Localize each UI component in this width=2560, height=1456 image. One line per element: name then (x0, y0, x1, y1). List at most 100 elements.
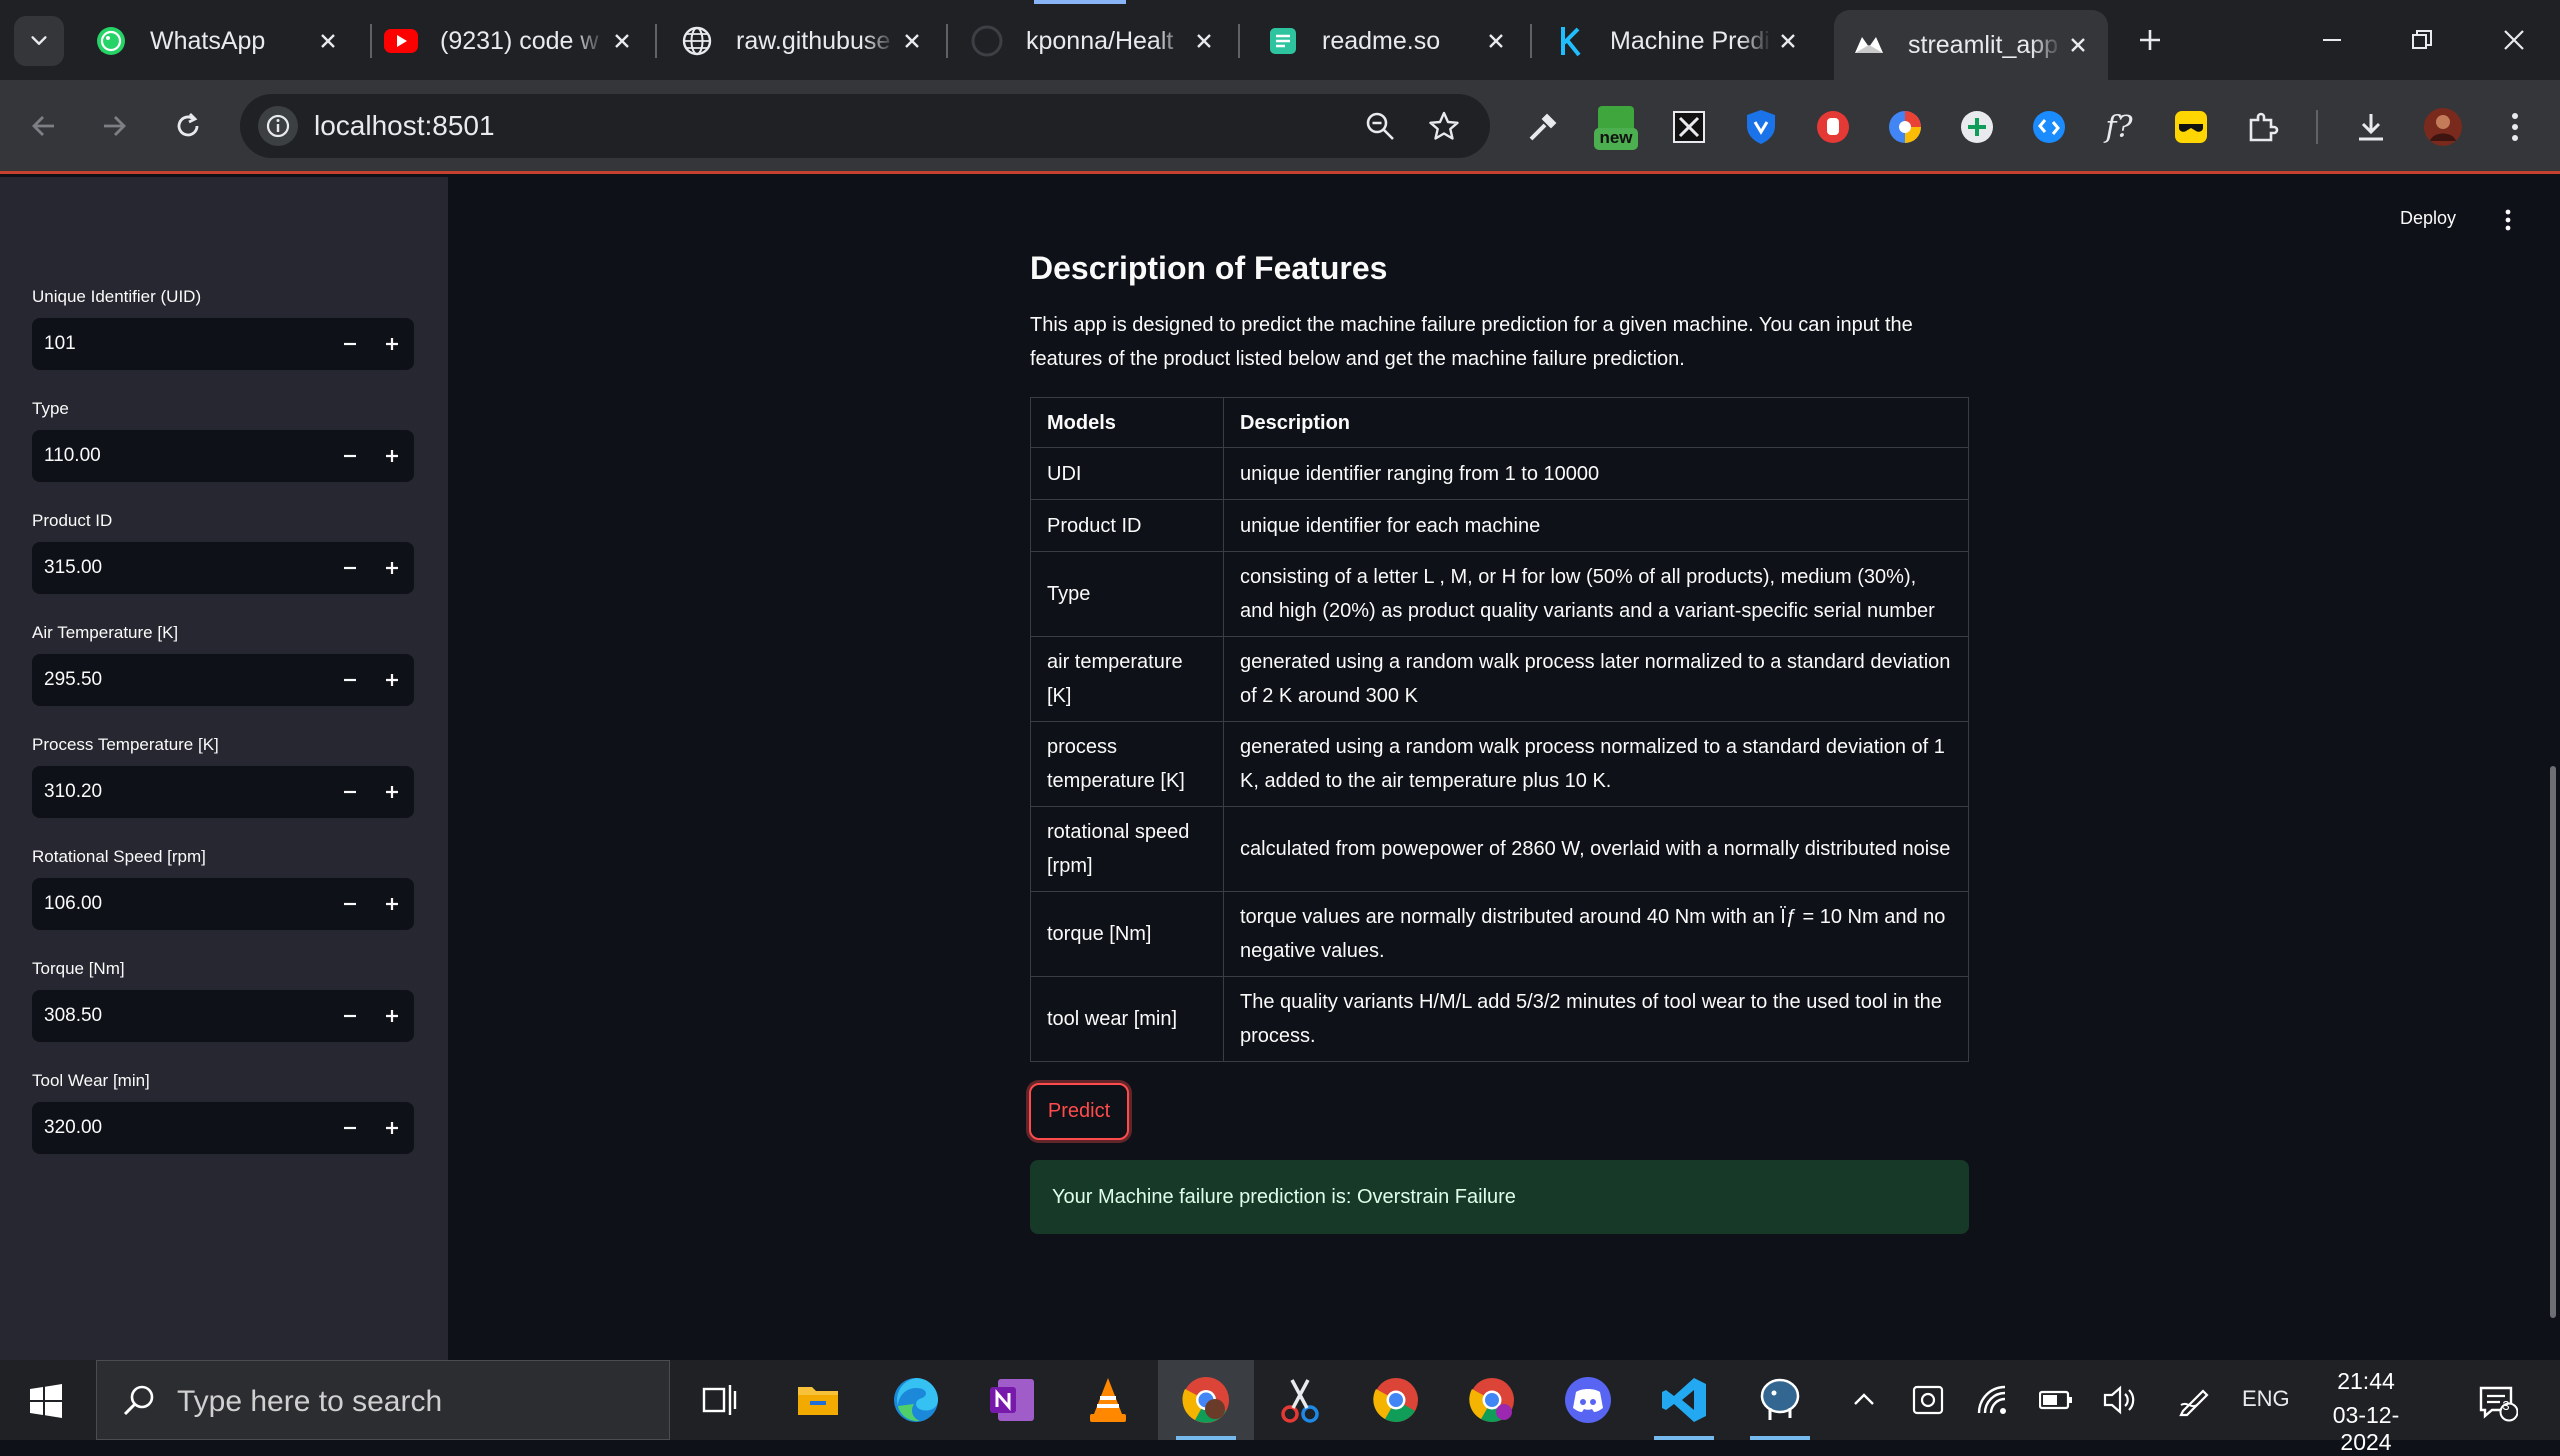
clock-time[interactable]: 21:44 (2316, 1368, 2416, 1395)
decrement-button[interactable] (330, 660, 370, 700)
postgresql-taskbar-icon[interactable] (1732, 1360, 1828, 1440)
scrollbar[interactable] (2550, 766, 2556, 1318)
close-icon[interactable] (1772, 25, 1804, 57)
restore-window-button[interactable] (2392, 14, 2452, 66)
shield-extension-icon[interactable] (1738, 104, 1784, 150)
browser-tab-kaggle[interactable]: Machine Predi (1526, 10, 1818, 72)
volume-icon[interactable] (2100, 1380, 2140, 1420)
decrement-button[interactable] (330, 1108, 370, 1148)
vscode-taskbar-icon[interactable] (1636, 1360, 1732, 1440)
minimize-window-button[interactable] (2302, 14, 2362, 66)
uid-value[interactable]: 101 (44, 333, 76, 355)
reload-button[interactable] (164, 102, 212, 150)
torque-number-input[interactable]: 308.50 (32, 990, 414, 1042)
bookmark-button[interactable] (1424, 106, 1464, 146)
shazam-extension-icon[interactable] (2026, 104, 2072, 150)
decrement-button[interactable] (330, 772, 370, 812)
browser-tab-readme[interactable]: readme.so (1234, 10, 1526, 72)
close-window-button[interactable] (2484, 14, 2544, 66)
type-number-input[interactable]: 110.00 (32, 430, 414, 482)
sunglasses-extension-icon[interactable] (2168, 104, 2214, 150)
air-temperature-value[interactable]: 295.50 (44, 669, 102, 691)
notifications-button[interactable]: 3 (2474, 1378, 2522, 1426)
decrement-button[interactable] (330, 884, 370, 924)
deploy-button[interactable]: Deploy (2400, 208, 2456, 229)
chrome-taskbar-icon[interactable] (1158, 1360, 1254, 1440)
close-icon[interactable] (1188, 25, 1220, 57)
increment-button[interactable] (372, 660, 412, 700)
increment-button[interactable] (372, 324, 412, 364)
process-temperature-value[interactable]: 310.20 (44, 781, 102, 803)
edge-taskbar-icon[interactable] (868, 1360, 964, 1440)
eyedropper-extension-icon[interactable] (1520, 104, 1566, 150)
decrement-button[interactable] (330, 324, 370, 364)
chrome-profile-2-taskbar-icon[interactable] (1444, 1360, 1540, 1440)
product-id-value[interactable]: 315.00 (44, 557, 102, 579)
browser-tab-github[interactable]: kponna/Healt (942, 10, 1234, 72)
plus-circle-extension-icon[interactable] (1954, 104, 2000, 150)
task-view-button[interactable] (672, 1360, 768, 1440)
onenote-taskbar-icon[interactable] (964, 1360, 1060, 1440)
browser-tab-raw-github[interactable]: raw.githubuse (650, 10, 942, 72)
decrement-button[interactable] (330, 436, 370, 476)
air-temperature-number-input[interactable]: 295.50 (32, 654, 414, 706)
show-hidden-icons-button[interactable] (1844, 1380, 1884, 1420)
chrome-profile-1-taskbar-icon[interactable] (1348, 1360, 1444, 1440)
color-extension-icon[interactable] (1882, 104, 1928, 150)
decrement-button[interactable] (330, 996, 370, 1036)
new-extension-icon[interactable]: new (1592, 102, 1640, 154)
battery-icon[interactable] (2036, 1380, 2076, 1420)
stop-hand-extension-icon[interactable] (1810, 104, 1856, 150)
site-info-icon[interactable] (258, 106, 298, 146)
taskbar-search-box[interactable]: Type here to search (96, 1360, 670, 1440)
close-icon[interactable] (2062, 29, 2094, 61)
browser-tab-youtube[interactable]: (9231) code w (360, 10, 652, 72)
forward-button[interactable] (90, 102, 138, 150)
browser-tab-streamlit-app[interactable]: streamlit_app (1834, 10, 2108, 80)
pen-icon[interactable] (2174, 1380, 2214, 1420)
type-value[interactable]: 110.00 (44, 445, 101, 467)
close-icon[interactable] (896, 25, 928, 57)
rotational-speed-value[interactable]: 106.00 (44, 893, 102, 915)
predict-button[interactable]: Predict (1029, 1083, 1129, 1140)
file-explorer-taskbar-icon[interactable] (770, 1360, 866, 1440)
close-icon[interactable] (606, 25, 638, 57)
language-indicator[interactable]: ENG (2242, 1386, 2290, 1412)
decrement-button[interactable] (330, 548, 370, 588)
clock-date[interactable]: 03-12-2024 (2310, 1402, 2422, 1456)
more-vertical-icon[interactable] (2498, 206, 2518, 234)
back-button[interactable] (20, 102, 68, 150)
snipping-tool-taskbar-icon[interactable] (1252, 1360, 1348, 1440)
zoom-button[interactable] (1360, 106, 1400, 146)
tool-wear-value[interactable]: 320.00 (44, 1117, 102, 1139)
increment-button[interactable] (372, 1108, 412, 1148)
new-tab-button[interactable] (2130, 20, 2170, 60)
puzzle-extension-icon[interactable] (2240, 104, 2286, 150)
url-text[interactable]: localhost:8501 (314, 110, 495, 142)
close-icon[interactable] (312, 25, 344, 57)
tab-search-button[interactable] (14, 16, 64, 66)
increment-button[interactable] (372, 548, 412, 588)
browser-tab-whatsapp[interactable]: WhatsApp (66, 10, 358, 72)
process-temperature-number-input[interactable]: 310.20 (32, 766, 414, 818)
profile-avatar[interactable] (2420, 104, 2466, 150)
discord-taskbar-icon[interactable] (1540, 1360, 1636, 1440)
torque-value[interactable]: 308.50 (44, 1005, 102, 1027)
tool-wear-number-input[interactable]: 320.00 (32, 1102, 414, 1154)
start-button[interactable] (18, 1376, 74, 1426)
increment-button[interactable] (372, 996, 412, 1036)
device-status-icon[interactable] (1908, 1380, 1948, 1420)
uid-number-input[interactable]: 101 (32, 318, 414, 370)
vlc-taskbar-icon[interactable] (1060, 1360, 1156, 1440)
formula-extension-icon[interactable]: f? (2096, 104, 2142, 150)
close-icon[interactable] (1480, 25, 1512, 57)
product-id-number-input[interactable]: 315.00 (32, 542, 414, 594)
chrome-menu-button[interactable] (2492, 104, 2538, 150)
screenshot-extension-icon[interactable] (1666, 104, 1712, 150)
increment-button[interactable] (372, 436, 412, 476)
network-icon[interactable] (1972, 1380, 2012, 1420)
rotational-speed-number-input[interactable]: 106.00 (32, 878, 414, 930)
increment-button[interactable] (372, 772, 412, 812)
downloads-button[interactable] (2348, 104, 2394, 150)
address-bar[interactable]: localhost:8501 (240, 94, 1490, 158)
